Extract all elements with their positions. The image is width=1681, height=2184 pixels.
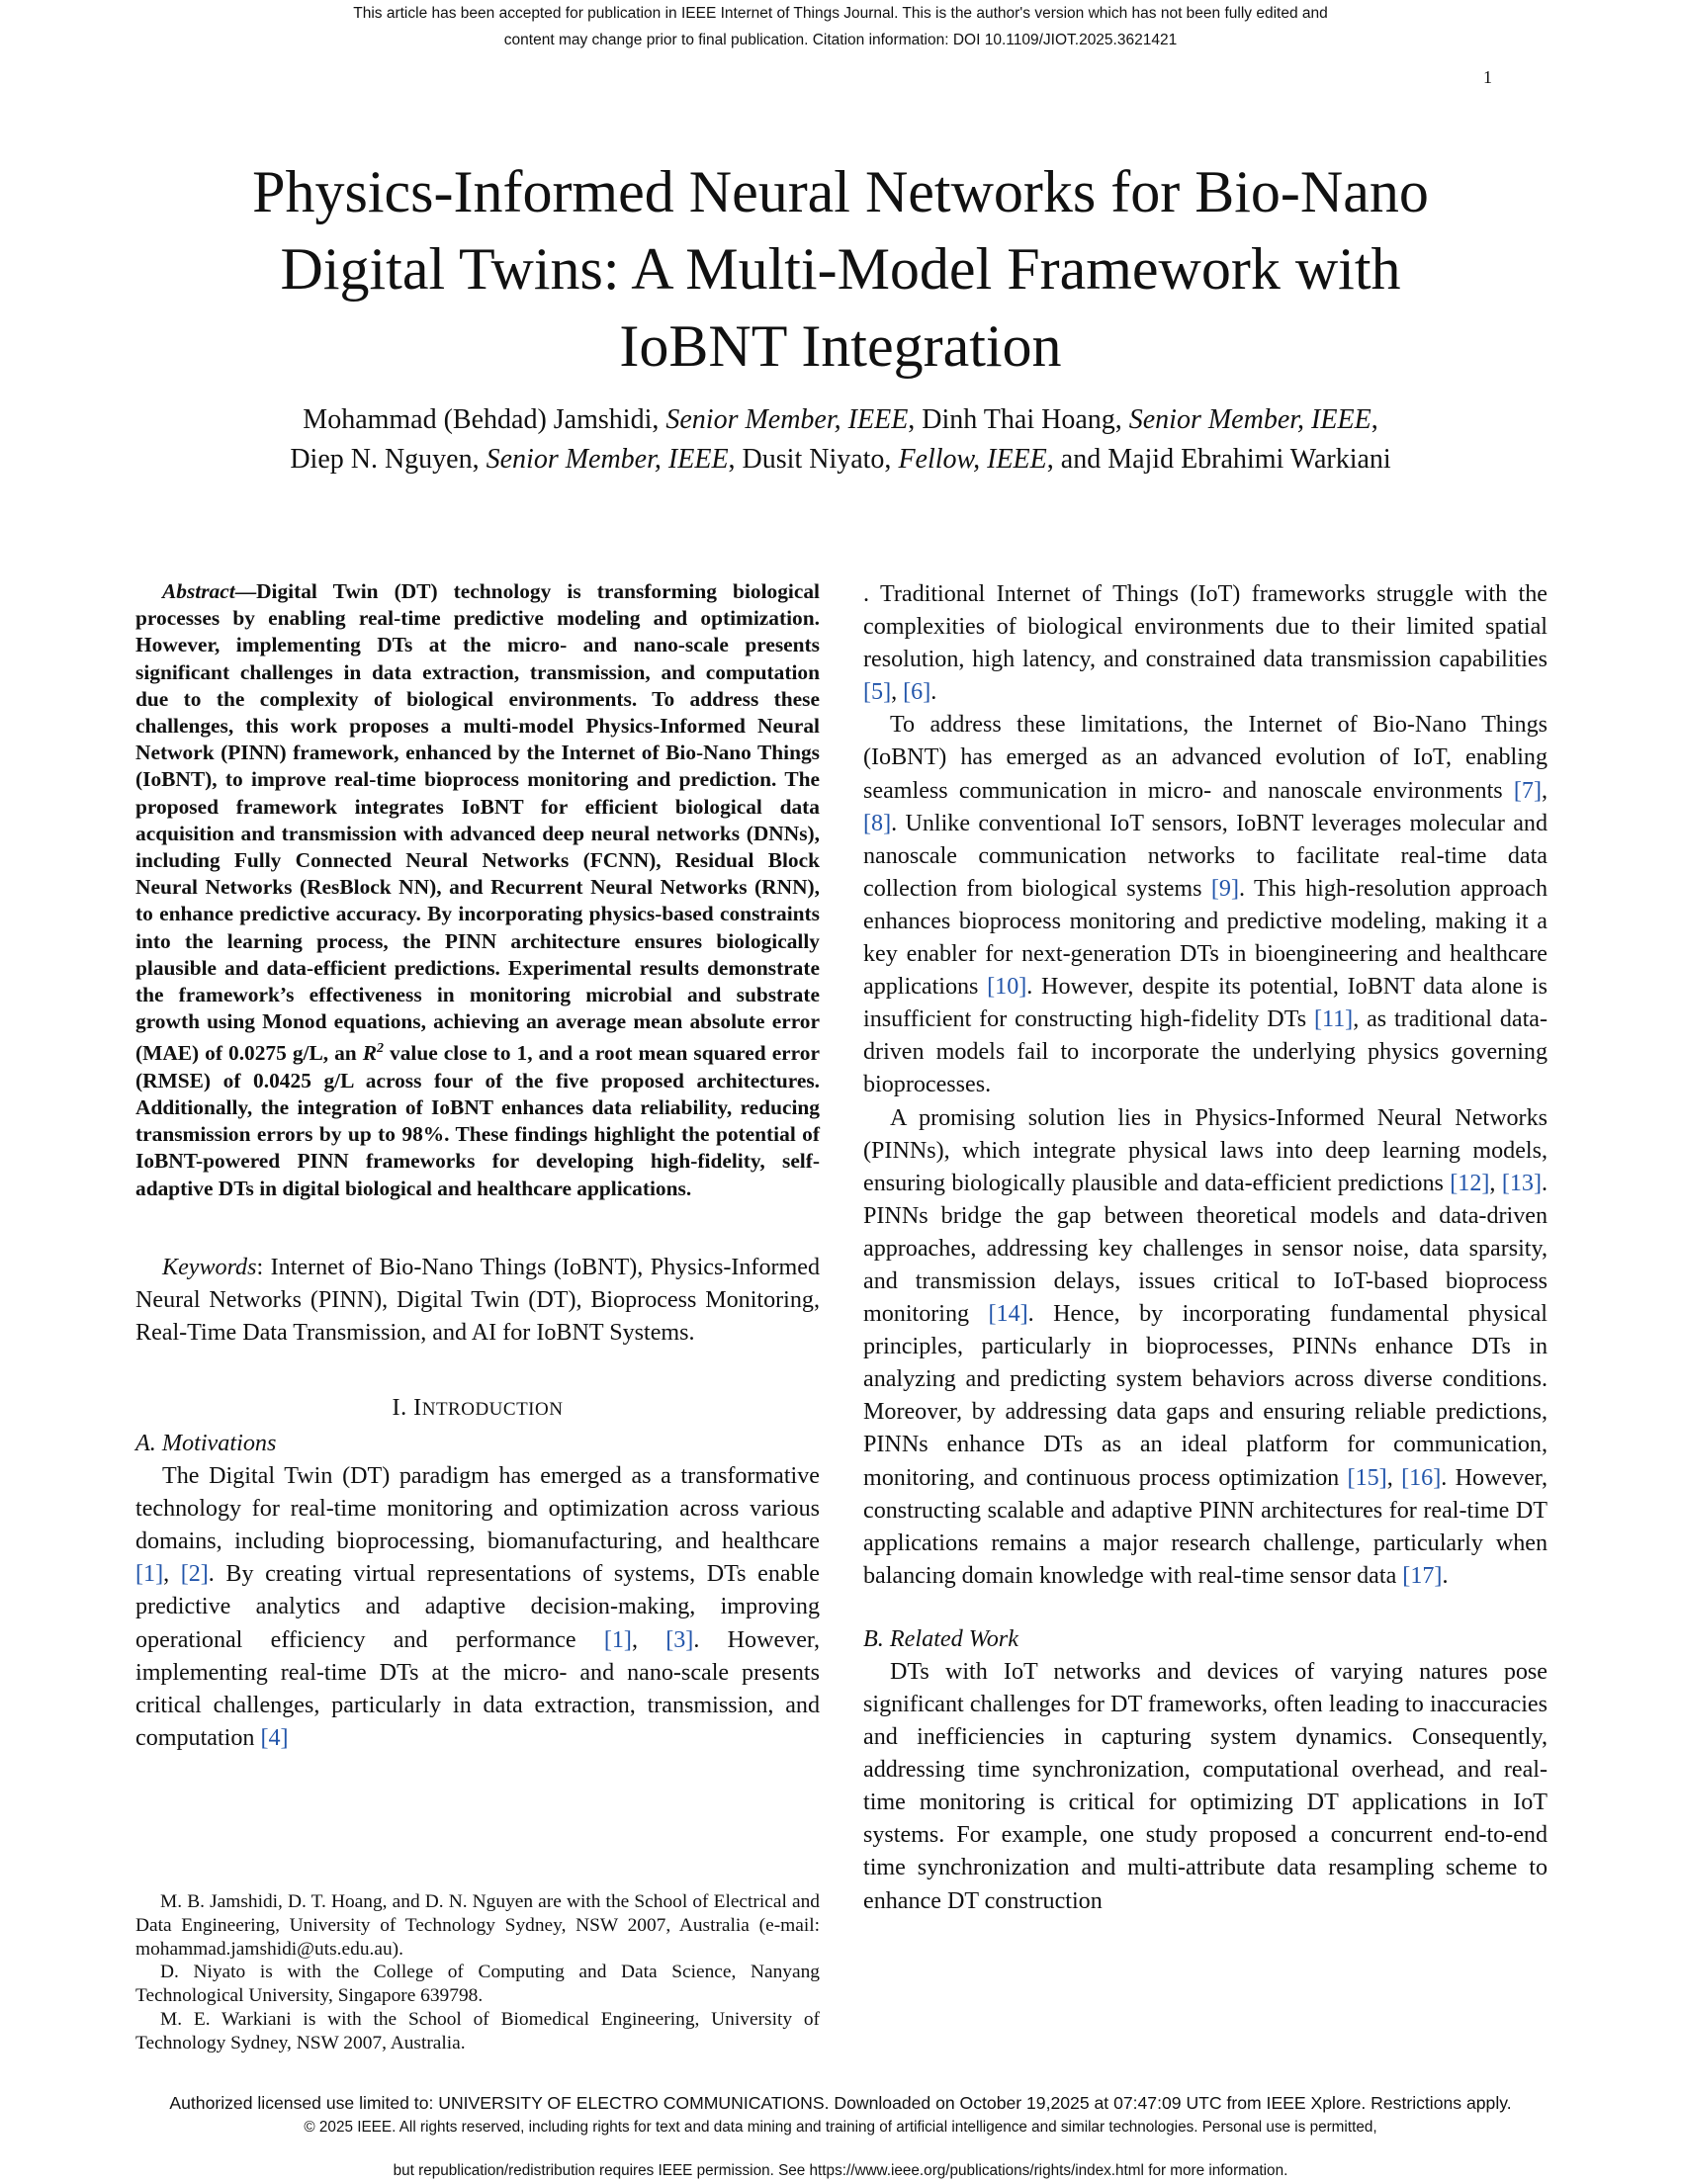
citation-link[interactable]: [12] (1450, 1171, 1489, 1196)
license-footer: Authorized licensed use limited to: UNIV… (0, 2091, 1681, 2184)
citation-link[interactable]: [5] (863, 679, 891, 705)
title-line: Physics-Informed Neural Networks for Bio… (252, 159, 1429, 224)
citation-link[interactable]: [8] (863, 811, 891, 836)
republication-line: but republication/redistribution require… (393, 2162, 1288, 2179)
footnote: M. E. Warkiani is with the School of Bio… (135, 2008, 820, 2053)
author-name: Dinh Thai Hoang, (922, 404, 1122, 435)
intro-paragraph-3: A promising solution lies in Physics-Inf… (863, 1104, 1548, 1589)
citation-link[interactable]: [17] (1402, 1563, 1442, 1589)
author-footnotes: M. B. Jamshidi, D. T. Hoang, and D. N. N… (135, 1890, 820, 2055)
author-role: Fellow, IEEE (898, 444, 1047, 475)
citation-link[interactable]: [10] (987, 974, 1026, 1000)
citation-link[interactable]: [6] (903, 679, 930, 705)
footnote: M. B. Jamshidi, D. T. Hoang, and D. N. N… (135, 1891, 820, 1960)
intro-paragraph-2: To address these limitations, the Intern… (863, 712, 1548, 1098)
citation-link[interactable]: [9] (1211, 876, 1239, 902)
publication-notice-line1: This article has been accepted for publi… (353, 5, 1328, 22)
author-name: and Majid Ebrahimi Warkiani (1060, 444, 1391, 475)
copyright-line: © 2025 IEEE. All rights reserved, includ… (304, 2119, 1377, 2136)
author-role: Senior Member, IEEE (486, 444, 729, 475)
citation-link[interactable]: [4] (260, 1725, 288, 1751)
keywords-label: Keywords (162, 1254, 257, 1280)
author-name: Dusit Niyato, (742, 444, 892, 475)
abstract-text: —Digital Twin (DT) technology is transfo… (135, 579, 820, 1066)
related-work-paragraph: DTs with IoT networks and devices of var… (863, 1658, 1548, 1914)
title-line: Digital Twins: A Multi-Model Framework w… (280, 236, 1401, 302)
intro-paragraph-1: The Digital Twin (DT) paradigm has emerg… (135, 1463, 821, 1751)
title-line: IoBNT Integration (619, 313, 1062, 379)
abstract-label: Abstract (162, 579, 235, 603)
citation-link[interactable]: [3] (665, 1627, 693, 1653)
author-list: Mohammad (Behdad) Jamshidi, Senior Membe… (290, 404, 1391, 475)
author-name: Mohammad (Behdad) Jamshidi, (303, 404, 660, 435)
section-heading-introduction: I. INTRODUCTION (392, 1394, 564, 1422)
citation-link[interactable]: [14] (989, 1301, 1028, 1327)
citation-link[interactable]: [15] (1348, 1465, 1387, 1491)
publication-notice: This article has been accepted for publi… (0, 0, 1681, 53)
paper-title: Physics-Informed Neural Networks for Bio… (99, 153, 1582, 385)
intro-paragraph-1-continued: . Traditional Internet of Things (IoT) f… (863, 581, 1548, 706)
publication-notice-line2: content may change prior to final public… (503, 32, 1178, 48)
left-column: Abstract—Digital Twin (DT) technology is… (135, 578, 820, 1755)
citation-link[interactable]: [13] (1502, 1171, 1542, 1196)
keywords: Keywords: Internet of Bio-Nano Things (I… (135, 1252, 820, 1350)
page-number: 1 (1483, 67, 1492, 87)
right-column: . Traditional Internet of Things (IoT) f… (863, 578, 1548, 1918)
r-squared-symbol: R (362, 1041, 377, 1066)
subsection-heading-motivations: A. Motivations (135, 1430, 277, 1457)
footnote: D. Niyato is with the College of Computi… (135, 1962, 820, 2007)
citation-link[interactable]: [1] (604, 1627, 632, 1653)
author-role: Senior Member, IEEE (1128, 404, 1371, 435)
citation-link[interactable]: [1] (135, 1561, 163, 1587)
author-role: Senior Member, IEEE (665, 404, 909, 435)
author-name: Diep N. Nguyen, (290, 444, 480, 475)
citation-link[interactable]: [7] (1514, 778, 1542, 804)
citation-link[interactable]: [2] (181, 1561, 209, 1587)
subsection-heading-related-work: B. Related Work (863, 1624, 1018, 1652)
citation-link[interactable]: [11] (1314, 1006, 1353, 1032)
license-line: Authorized licensed use limited to: UNIV… (169, 2093, 1512, 2113)
r-squared-exponent: 2 (377, 1041, 384, 1057)
abstract: Abstract—Digital Twin (DT) technology is… (135, 578, 820, 1202)
citation-link[interactable]: [16] (1401, 1465, 1441, 1491)
